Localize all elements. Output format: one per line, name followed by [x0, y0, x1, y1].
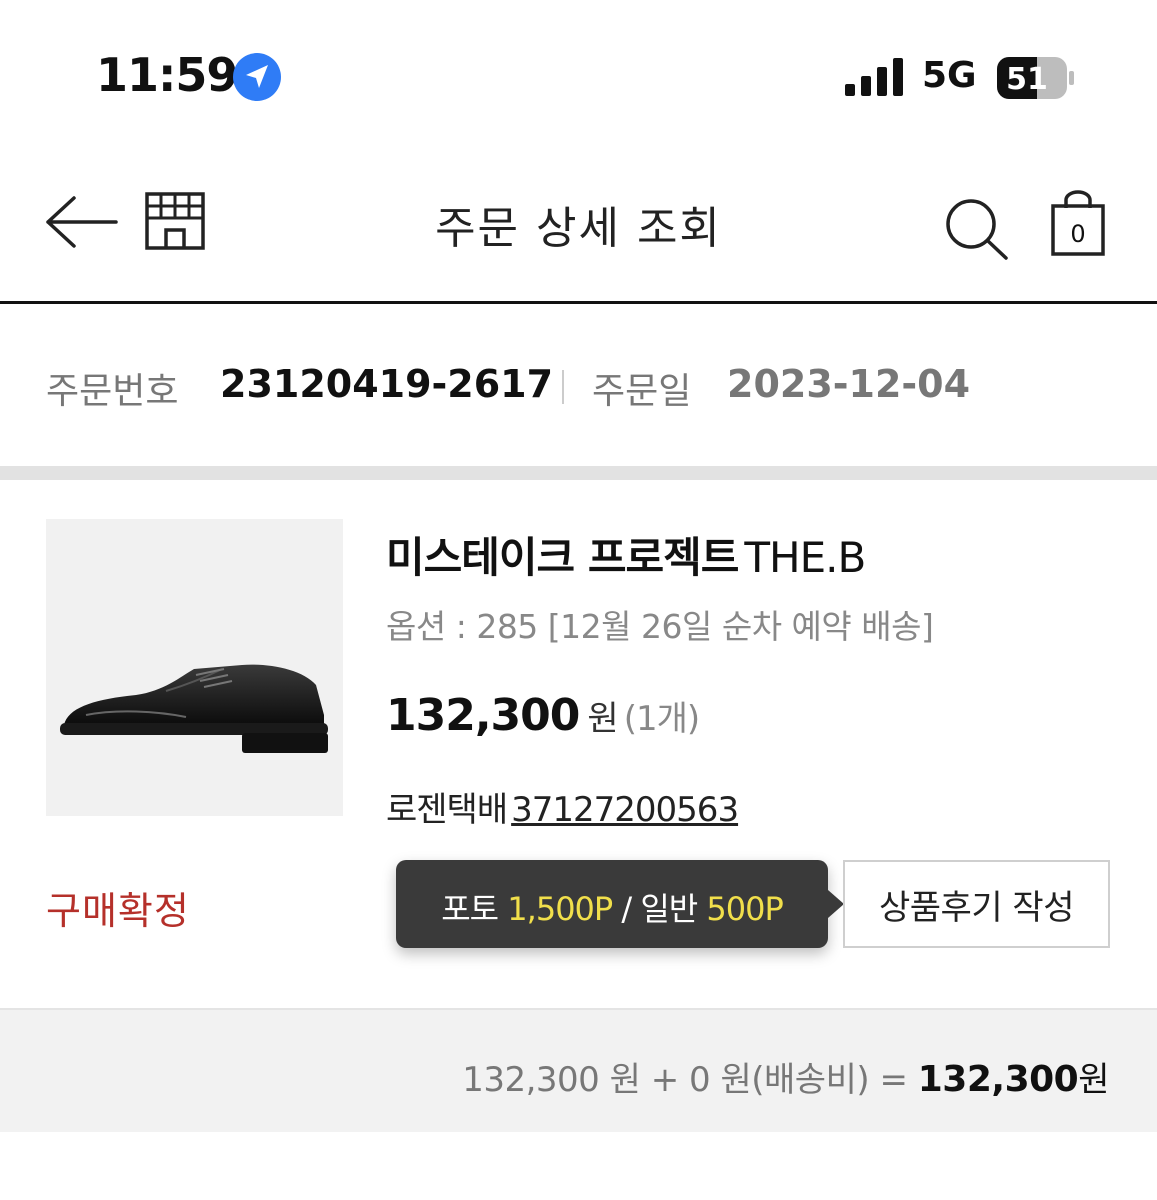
order-date: 2023-12-04 — [727, 362, 971, 406]
location-arrow-icon — [233, 53, 281, 101]
product-name-text: 미스테이크 프로젝트 — [386, 533, 739, 582]
tooltip-general-label: 일반 — [640, 890, 698, 928]
order-status-badge: 구매확정 — [46, 889, 190, 933]
price-unit: 원 — [587, 699, 618, 739]
order-number-label: 주문번호 — [46, 371, 179, 412]
shipping-fee: 0 원(배송비) — [689, 1060, 870, 1100]
order-total-summary: 132,300 원 + 0 원(배송비) = 132,300원 — [462, 1052, 1109, 1101]
plus-sign: + — [650, 1060, 680, 1100]
product-image[interactable] — [46, 519, 343, 816]
order-info: 주문번호 23120419-2617 주문일 2023-12-04 — [0, 304, 1157, 466]
price-value: 132,300 — [386, 690, 580, 741]
product-option: 옵션 : 285 [12월 26일 순차 예약 배송] — [386, 607, 934, 646]
grand-total-unit: 원 — [1078, 1060, 1109, 1100]
battery-icon: 51 — [997, 57, 1074, 99]
product-brand: THE.B — [744, 533, 866, 582]
shipping-info: 로젠택배 37127200563 — [386, 782, 739, 831]
order-date-label: 주문일 — [592, 371, 692, 412]
courier-name: 로젠택배 — [386, 790, 508, 830]
signal-bars-icon — [845, 58, 903, 96]
tooltip-general-points: 500P — [706, 890, 783, 928]
tooltip-photo-points: 1,500P — [507, 890, 613, 928]
item-total: 132,300 원 — [462, 1060, 641, 1100]
battery-level: 51 — [1006, 62, 1048, 97]
order-number: 23120419-2617 — [220, 362, 554, 406]
grand-total: 132,300 — [917, 1059, 1079, 1100]
nav-bar: 주문 상세 조회 0 — [0, 150, 1157, 304]
section-divider — [0, 466, 1157, 480]
write-review-button[interactable]: 상품후기 작성 — [843, 860, 1110, 948]
status-bar: 11:59 5G 51 — [0, 0, 1157, 150]
tracking-number-link[interactable]: 37127200563 — [511, 790, 739, 830]
product-price: 132,300 원 (1개) — [386, 690, 700, 741]
status-time: 11:59 — [96, 48, 238, 102]
network-type: 5G — [922, 55, 977, 96]
tooltip-photo-label: 포토 — [441, 890, 499, 928]
tooltip-separator: / — [621, 890, 632, 928]
tooltip-text: 포토 1,500P / 일반 500P — [396, 884, 828, 930]
quantity: (1개) — [623, 699, 700, 739]
divider — [562, 370, 564, 404]
review-points-tooltip: 포토 1,500P / 일반 500P — [396, 860, 844, 948]
order-total-bar: 132,300 원 + 0 원(배송비) = 132,300원 — [0, 1008, 1157, 1132]
equals-sign: = — [879, 1060, 908, 1100]
search-icon[interactable] — [944, 198, 1008, 260]
cart-count-badge: 0 — [1070, 220, 1086, 248]
product-name[interactable]: 미스테이크 프로젝트 THE.B — [386, 524, 866, 585]
black-derby-shoe-icon — [60, 664, 328, 753]
